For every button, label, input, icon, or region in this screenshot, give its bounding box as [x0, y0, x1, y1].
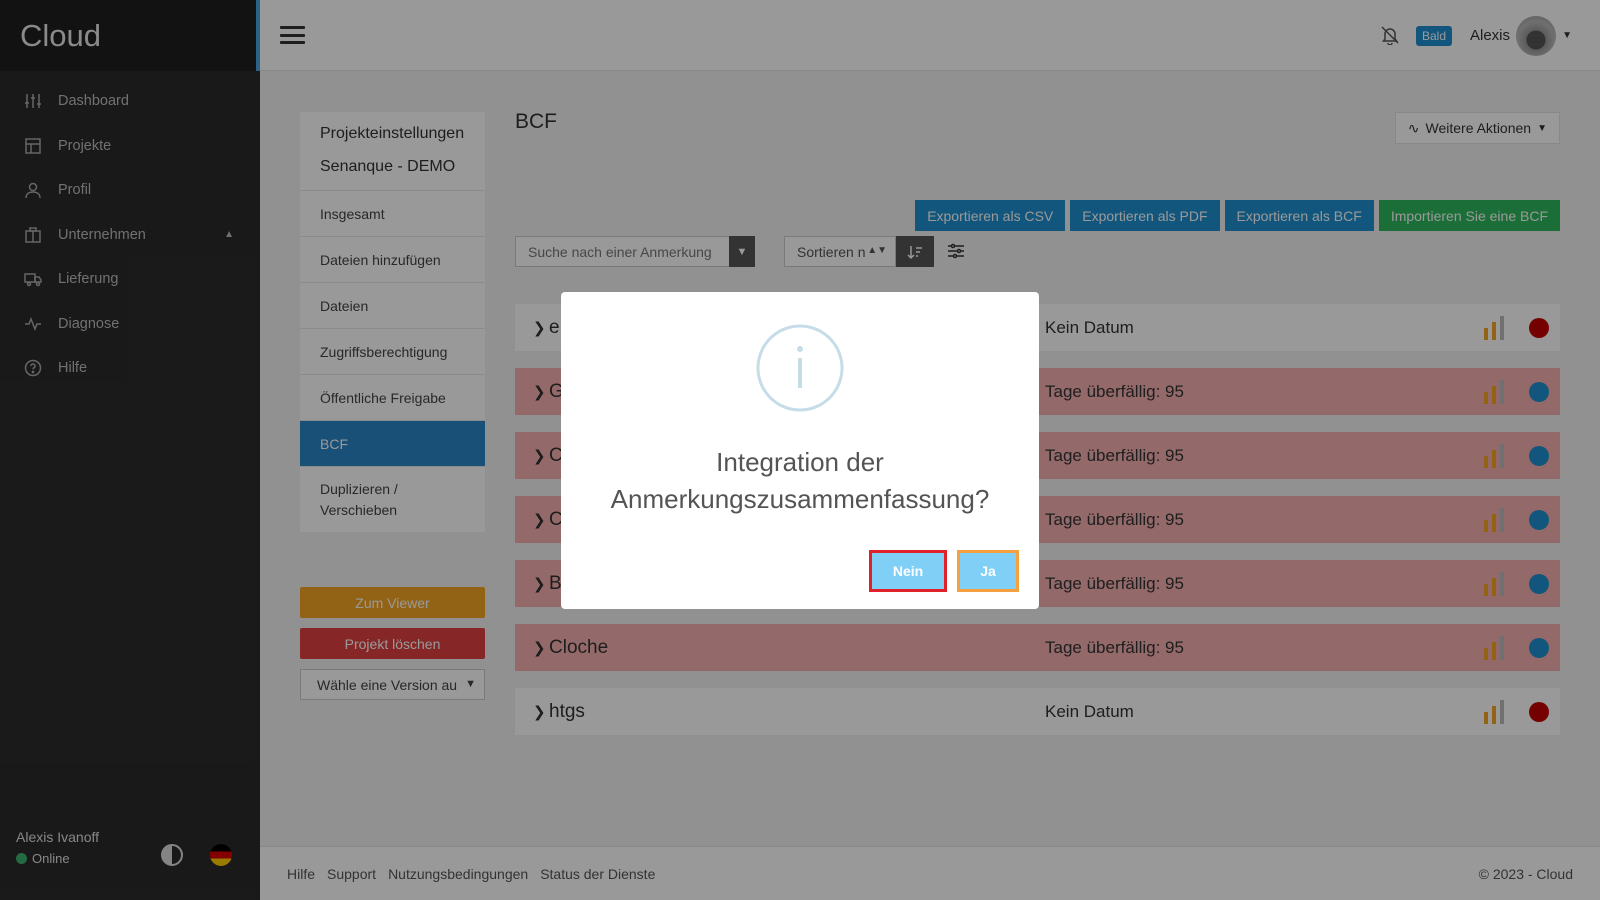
dialog-question-line1: Integration der	[716, 447, 884, 477]
nein-button[interactable]: Nein	[869, 550, 947, 592]
dialog-question-line2: Anmerkungszusammenfassung?	[610, 484, 990, 514]
confirm-dialog: Integration der Anmerkungszusammenfassun…	[561, 292, 1039, 609]
info-icon	[756, 324, 844, 412]
dialog-question: Integration der Anmerkungszusammenfassun…	[561, 444, 1039, 518]
ja-button[interactable]: Ja	[957, 550, 1019, 592]
